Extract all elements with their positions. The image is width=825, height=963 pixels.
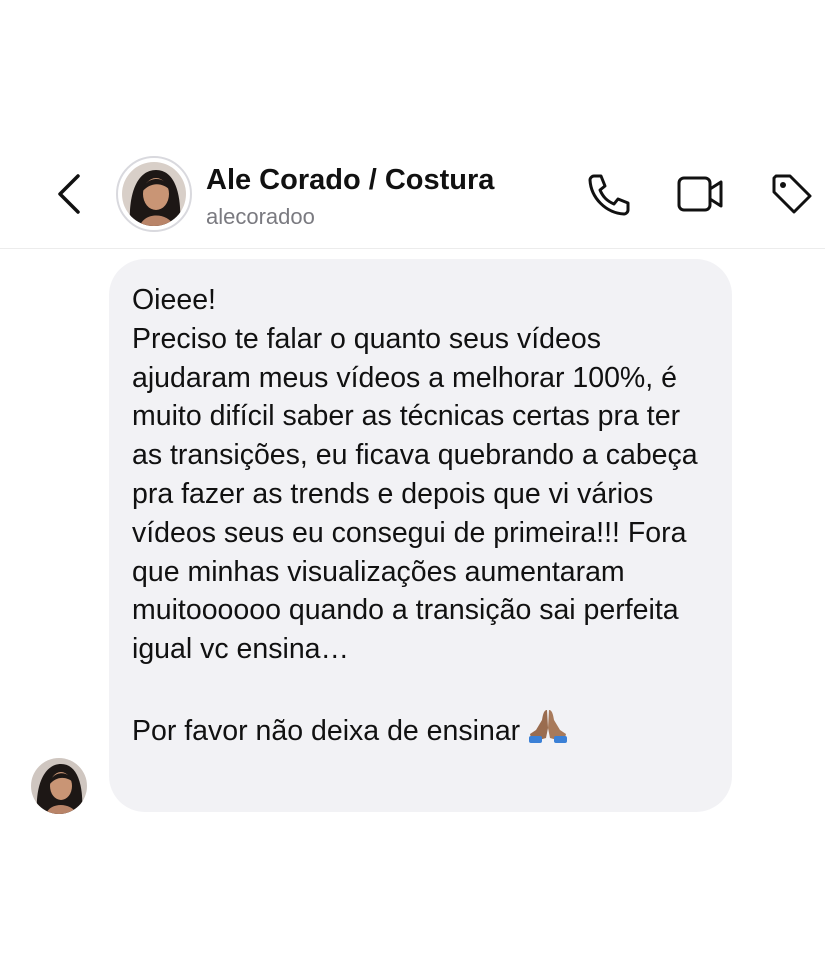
contact-name[interactable]: Ale Corado / Costura xyxy=(206,164,494,197)
avatar-photo xyxy=(122,162,186,226)
chat-header: Ale Corado / Costura alecoradoo xyxy=(0,140,825,249)
message-text: Oieee! Preciso te falar o quanto seus ví… xyxy=(132,281,712,751)
message-bubble[interactable]: Oieee! Preciso te falar o quanto seus ví… xyxy=(109,259,732,812)
sender-avatar[interactable] xyxy=(31,758,87,814)
contact-username: alecoradoo xyxy=(206,204,315,229)
contact-avatar[interactable] xyxy=(116,156,192,232)
video-camera-icon[interactable] xyxy=(676,170,724,218)
phone-icon[interactable] xyxy=(584,170,632,218)
message-body: Oieee! Preciso te falar o quanto seus ví… xyxy=(132,284,698,747)
tag-icon[interactable] xyxy=(768,170,816,218)
chevron-left-icon[interactable] xyxy=(50,172,90,216)
praying-hands-emoji xyxy=(529,709,568,743)
